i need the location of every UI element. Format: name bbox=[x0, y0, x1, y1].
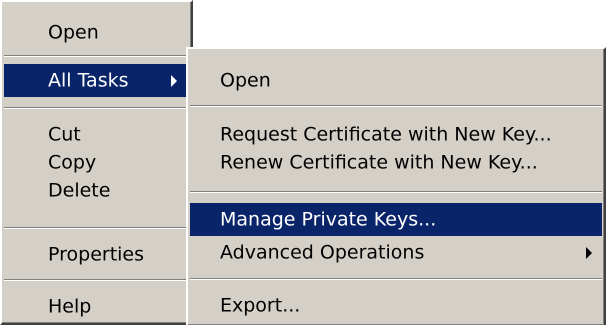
menu-separator bbox=[190, 278, 602, 280]
menu-item-all-tasks[interactable]: All Tasks bbox=[4, 64, 189, 97]
menu-item-open[interactable]: Open bbox=[4, 16, 189, 49]
menu-separator bbox=[4, 227, 189, 229]
all-tasks-submenu: Open Request Certificate with New Key...… bbox=[186, 47, 606, 325]
menu-item-properties[interactable]: Properties bbox=[4, 238, 189, 271]
menu-item-properties-label: Properties bbox=[48, 243, 145, 265]
submenu-item-manage-private-keys-label: Manage Private Keys... bbox=[220, 208, 437, 230]
submenu-item-open[interactable]: Open bbox=[190, 64, 602, 97]
menu-separator bbox=[4, 107, 189, 109]
menu-separator bbox=[4, 55, 189, 57]
menu-item-delete[interactable]: Delete bbox=[4, 174, 189, 207]
submenu-arrow-icon bbox=[171, 74, 177, 87]
menu-separator bbox=[190, 105, 602, 107]
submenu-item-renew-certificate-label: Renew Certificate with New Key... bbox=[220, 151, 538, 173]
submenu-item-request-certificate-label: Request Certificate with New Key... bbox=[220, 123, 552, 145]
context-menu: Open All Tasks Cut Copy Delete Propertie… bbox=[0, 0, 193, 325]
menu-item-all-tasks-label: All Tasks bbox=[48, 69, 129, 91]
menu-item-cut-label: Cut bbox=[48, 123, 81, 145]
menu-item-delete-label: Delete bbox=[48, 179, 111, 201]
submenu-item-export[interactable]: Export... bbox=[190, 289, 602, 322]
menu-item-help[interactable]: Help bbox=[4, 290, 189, 323]
submenu-item-advanced-operations-label: Advanced Operations bbox=[220, 241, 425, 263]
submenu-arrow-icon bbox=[586, 246, 592, 259]
menu-item-open-label: Open bbox=[48, 21, 99, 43]
menu-item-help-label: Help bbox=[48, 295, 92, 317]
menu-separator bbox=[190, 191, 602, 193]
menu-separator bbox=[4, 279, 189, 281]
submenu-item-manage-private-keys[interactable]: Manage Private Keys... bbox=[190, 203, 602, 236]
submenu-item-renew-certificate[interactable]: Renew Certificate with New Key... bbox=[190, 146, 602, 179]
menu-item-copy-label: Copy bbox=[48, 151, 97, 173]
submenu-item-export-label: Export... bbox=[220, 294, 301, 316]
submenu-item-open-label: Open bbox=[220, 69, 271, 91]
submenu-item-advanced-operations[interactable]: Advanced Operations bbox=[190, 236, 602, 269]
